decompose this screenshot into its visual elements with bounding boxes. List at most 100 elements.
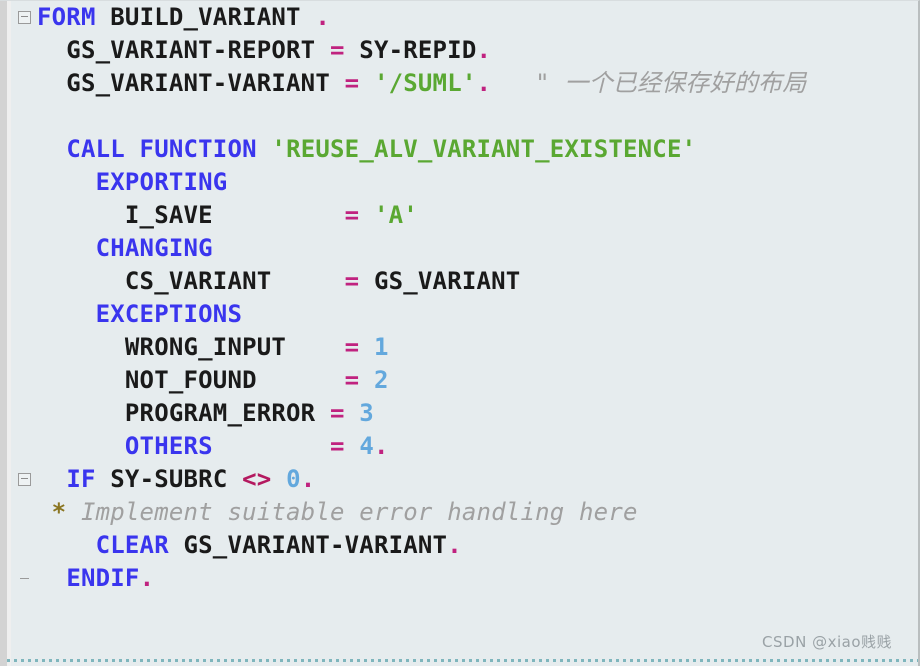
token-num: 4: [359, 432, 374, 460]
token-id: [345, 399, 360, 427]
token-op: .: [476, 69, 492, 97]
token-id: [359, 333, 374, 361]
token-cmt: Implement suitable error handling here: [66, 498, 638, 526]
code-line-text: GS_VARIANT-REPORT = SY-REPID.: [37, 34, 491, 67]
code-line[interactable]: FORM BUILD_VARIANT .: [11, 1, 918, 34]
token-op: .: [315, 3, 331, 31]
code-line-text: PROGRAM_ERROR = 3: [37, 397, 374, 430]
token-id: [37, 432, 125, 460]
token-id: [37, 168, 96, 196]
token-id: [359, 69, 374, 97]
token-id: GS_VARIANT: [359, 267, 521, 295]
code-line[interactable]: ENDIF.: [11, 562, 918, 595]
token-op: .: [139, 564, 155, 592]
code-line[interactable]: [11, 595, 918, 628]
fold-end-icon: [11, 562, 37, 595]
code-line[interactable]: EXCEPTIONS: [11, 298, 918, 331]
token-kw: ENDIF: [66, 564, 140, 592]
code-line[interactable]: EXPORTING: [11, 166, 918, 199]
code-line-text: CS_VARIANT = GS_VARIANT: [37, 265, 520, 298]
code-content[interactable]: FORM BUILD_VARIANT . GS_VARIANT-REPORT =…: [11, 1, 918, 666]
code-line[interactable]: CLEAR GS_VARIANT-VARIANT.: [11, 529, 918, 562]
code-line-text: OTHERS = 4.: [37, 430, 389, 463]
token-op: =: [344, 333, 360, 361]
code-line-text: GS_VARIANT-VARIANT = '/SUML'. " 一个已经保存好的…: [37, 67, 806, 100]
code-line[interactable]: GS_VARIANT-VARIANT = '/SUML'. " 一个已经保存好的…: [11, 67, 918, 100]
token-id: SY-REPID: [344, 36, 477, 64]
fold-collapse-icon: [11, 1, 37, 34]
token-neq: <>: [242, 465, 272, 493]
csdn-watermark: CSDN @xiao贱贱: [762, 633, 892, 651]
code-line-text: * Implement suitable error handling here: [37, 496, 638, 529]
code-line[interactable]: WRONG_INPUT = 1: [11, 331, 918, 364]
code-line[interactable]: GS_VARIANT-REPORT = SY-REPID.: [11, 34, 918, 67]
token-id: CS_VARIANT: [37, 267, 345, 295]
token-id: [359, 366, 374, 394]
token-num: 2: [373, 366, 389, 394]
token-id: [37, 564, 66, 592]
token-id: [37, 135, 66, 163]
code-line-text: NOT_FOUND = 2: [37, 364, 389, 397]
token-id: [37, 531, 96, 559]
code-editor-pane[interactable]: FORM BUILD_VARIANT . GS_VARIANT-REPORT =…: [0, 0, 920, 666]
token-op: .: [447, 531, 462, 559]
code-line-text: WRONG_INPUT = 1: [37, 331, 389, 364]
code-line[interactable]: CHANGING: [11, 232, 918, 265]
code-line[interactable]: [11, 100, 918, 133]
token-kw: EXCEPTIONS: [95, 300, 243, 328]
token-kw: EXPORTING: [95, 168, 228, 196]
token-id: NOT_FOUND: [37, 366, 345, 394]
code-line[interactable]: IF SY-SUBRC <> 0.: [11, 463, 918, 496]
token-id: [37, 234, 96, 262]
token-num: 1: [373, 333, 389, 361]
code-line[interactable]: * Implement suitable error handling here: [11, 496, 918, 529]
token-id: [37, 300, 96, 328]
code-line-text: CALL FUNCTION 'REUSE_ALV_VARIANT_EXISTEN…: [37, 133, 696, 166]
token-id: [359, 201, 374, 229]
fold-box-icon[interactable]: [17, 11, 31, 24]
code-line[interactable]: CS_VARIANT = GS_VARIANT: [11, 265, 918, 298]
token-op: =: [344, 201, 360, 229]
token-id: [96, 3, 111, 31]
code-line[interactable]: I_SAVE = 'A': [11, 199, 918, 232]
token-id: SY-SUBRC: [95, 465, 243, 493]
code-line-text: CHANGING: [37, 232, 213, 265]
token-id: [213, 432, 330, 460]
bottom-dotted-rule: [7, 659, 918, 662]
fold-box-icon[interactable]: [17, 473, 31, 486]
token-op: .: [373, 432, 389, 460]
token-kw: CHANGING: [95, 234, 213, 262]
token-star: *: [37, 498, 67, 526]
token-kw: OTHERS: [124, 432, 213, 460]
token-id: [257, 135, 272, 163]
token-id: [345, 432, 360, 460]
code-line-text: IF SY-SUBRC <> 0.: [37, 463, 315, 496]
token-str: 'REUSE_ALV_VARIANT_EXISTENCE': [271, 135, 697, 163]
token-id: I_SAVE: [37, 201, 345, 229]
token-op: =: [344, 366, 360, 394]
token-op: .: [476, 36, 492, 64]
token-kw: IF: [66, 465, 96, 493]
code-line-text: EXCEPTIONS: [37, 298, 242, 331]
code-line[interactable]: NOT_FOUND = 2: [11, 364, 918, 397]
fold-collapse-icon: [11, 463, 37, 496]
token-str: '/SUML': [373, 69, 477, 97]
code-line[interactable]: CALL FUNCTION 'REUSE_ALV_VARIANT_EXISTEN…: [11, 133, 918, 166]
code-line-text: CLEAR GS_VARIANT-VARIANT.: [37, 529, 462, 562]
token-op: =: [329, 36, 345, 64]
code-line[interactable]: OTHERS = 4.: [11, 430, 918, 463]
token-id: PROGRAM_ERROR: [37, 399, 330, 427]
token-id: GS_VARIANT-VARIANT: [168, 531, 448, 559]
token-id: WRONG_INPUT: [37, 333, 345, 361]
token-kw: CALL FUNCTION: [66, 135, 257, 163]
code-line-text: I_SAVE = 'A': [37, 199, 418, 232]
code-line[interactable]: PROGRAM_ERROR = 3: [11, 397, 918, 430]
token-id: [271, 465, 286, 493]
token-id: GS_VARIANT-REPORT: [37, 36, 330, 64]
token-str: 'A': [373, 201, 418, 229]
code-line-text: FORM BUILD_VARIANT .: [37, 1, 330, 34]
token-id: [37, 465, 66, 493]
token-op: =: [344, 267, 360, 295]
token-kw: FORM: [37, 3, 96, 31]
token-op: =: [344, 69, 360, 97]
